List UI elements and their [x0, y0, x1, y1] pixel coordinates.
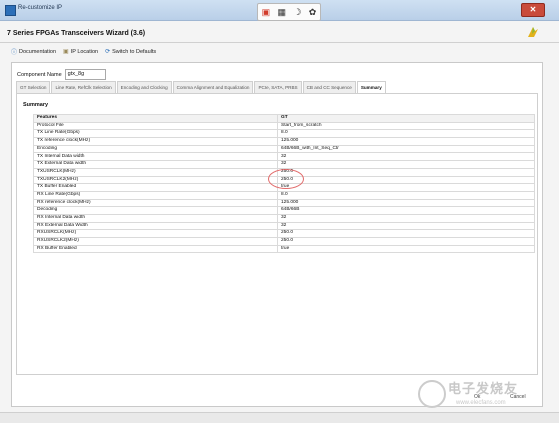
- tab-line-rate[interactable]: Line Rate, RefClk Selection: [51, 81, 116, 93]
- row-value-cell: 64B/66B: [277, 206, 535, 215]
- settings-icon[interactable]: ✿: [309, 7, 317, 17]
- ip-wizard-window: Re-customize IP ▣ ▦ ☽ ✿ ✕ 7 Series FPGAs…: [0, 0, 559, 423]
- row-key-cell: RX reference clock(MHz): [33, 198, 278, 208]
- summary-heading: Summary: [23, 102, 49, 108]
- row-key-cell: TX Buffer Enabled: [33, 183, 278, 192]
- capture-toolbar: ▣ ▦ ☽ ✿: [257, 3, 321, 21]
- row-value-cell: 64B/66B_with_Int_Seq_Ctr: [277, 144, 535, 154]
- row-value-cell: 125.000: [277, 137, 535, 146]
- row-key-cell: RXUSRCLK(MHz): [33, 229, 278, 238]
- table-row: TX Internal Data width 32: [33, 152, 535, 162]
- table-row: RXUSRCLK(MHz) 250.0: [33, 229, 535, 238]
- wizard-title: 7 Series FPGAs Transceivers Wizard (3.6): [7, 30, 146, 37]
- watermark-text: 电子发烧友: [448, 381, 519, 396]
- app-icon: [5, 5, 16, 16]
- component-name-row: Component Name gtx_8g: [17, 69, 106, 80]
- documentation-link[interactable]: ⓘ Documentation: [11, 47, 57, 57]
- row-key-cell: TXUSRCLK2(MHz): [33, 175, 278, 185]
- tab-cb-cc-sequence[interactable]: CB and CC Sequence: [302, 81, 356, 93]
- header-key-cell: Features: [33, 114, 278, 123]
- ip-location-link[interactable]: ▣ IP Location: [63, 48, 99, 56]
- table-row: RX Line Rate(Gbps) 8.0: [33, 190, 535, 200]
- table-row: TX reference clock(MHz) 125.000: [33, 137, 535, 146]
- component-name-input[interactable]: gtx_8g: [64, 69, 106, 80]
- row-value-cell: 32: [277, 152, 535, 162]
- row-key-cell: TX Internal Data width: [33, 152, 278, 162]
- table-row: Decoding 64B/66B: [33, 206, 535, 215]
- vivado-logo-icon: [528, 27, 538, 37]
- row-value-cell: 250.0: [277, 229, 535, 238]
- row-value-cell: 8.0: [277, 129, 535, 139]
- row-key-cell: Protocol File: [33, 121, 278, 131]
- row-key-cell: TX Line Rate(Gbps): [33, 129, 278, 139]
- table-row: RXUSRCLK2(MHz) 250.0: [33, 237, 535, 246]
- watermark-logo-icon: [418, 380, 446, 408]
- table-row: RX reference clock(MHz) 125.000: [33, 198, 535, 208]
- grid-icon[interactable]: ▦: [278, 7, 287, 17]
- row-value-cell: 32: [277, 160, 535, 169]
- moon-icon[interactable]: ☽: [293, 7, 301, 17]
- switch-defaults-label: Switch to Defaults: [112, 48, 157, 55]
- capture-icon[interactable]: ▣: [262, 7, 271, 17]
- row-value-cell: 125.000: [277, 198, 535, 208]
- row-value-cell: true: [277, 244, 535, 254]
- row-value-cell: 250.0: [277, 237, 535, 246]
- close-icon: ✕: [529, 5, 537, 14]
- cancel-button[interactable]: Cancel: [510, 394, 526, 400]
- row-key-cell: TXUSRCLK(MHz): [33, 167, 278, 177]
- table-row: TX External Data width 32: [33, 160, 535, 169]
- row-value-cell: true: [277, 183, 535, 192]
- wizard-toolbar: ⓘ Documentation ▣ IP Location ⟳ Switch t…: [11, 47, 157, 57]
- table-row: Encoding 64B/66B_with_Int_Seq_Ctr: [33, 144, 535, 154]
- tab-comma-alignment[interactable]: Comma Alignment and Equalization: [172, 81, 254, 93]
- row-value-cell: Start_from_scratch: [277, 121, 535, 131]
- refresh-icon: ⟳: [105, 49, 111, 55]
- row-value-cell: 32: [277, 221, 535, 231]
- row-value-cell: 250.0: [277, 175, 535, 185]
- table-row: Protocol File Start_from_scratch: [33, 121, 535, 131]
- header-divider: [0, 42, 559, 43]
- row-key-cell: TX reference clock(MHz): [33, 137, 278, 146]
- row-key-cell: Encoding: [33, 144, 278, 154]
- wizard-tabs: GT Selection Line Rate, RefClk Selection…: [16, 81, 387, 93]
- main-panel: Component Name gtx_8g GT Selection Line …: [11, 62, 543, 407]
- switch-defaults-link[interactable]: ⟳ Switch to Defaults: [105, 48, 157, 56]
- row-key-cell: RX Line Rate(Gbps): [33, 190, 278, 200]
- status-bar: [0, 412, 559, 423]
- row-value-cell: 8.0: [277, 190, 535, 200]
- tab-encoding-clocking[interactable]: Encoding and Clocking: [116, 81, 172, 93]
- info-icon: ⓘ: [11, 50, 18, 56]
- component-name-label: Component Name: [17, 71, 62, 78]
- summary-content: Summary Features GT Protocol File Start_f…: [16, 93, 538, 375]
- row-key-cell: Decoding: [33, 206, 278, 215]
- table-row: TX Line Rate(Gbps) 8.0: [33, 129, 535, 139]
- table-row: RX External Data Width 32: [33, 221, 535, 231]
- close-button[interactable]: ✕: [521, 3, 545, 17]
- window-title: Re-customize IP: [18, 5, 63, 11]
- row-key-cell: RXUSRCLK2(MHz): [33, 237, 278, 246]
- watermark-url: www.elecfans.com: [456, 400, 506, 406]
- highlight-circle: [268, 169, 304, 189]
- table-row: RX Internal Data width 32: [33, 213, 535, 223]
- row-key-cell: RX External Data Width: [33, 221, 278, 231]
- folder-icon: ▣: [63, 49, 69, 55]
- ok-button[interactable]: Ok: [474, 394, 480, 400]
- table-header-row: Features GT: [33, 114, 535, 123]
- header-value-cell: GT: [277, 114, 535, 123]
- row-key-cell: RX Internal Data width: [33, 213, 278, 223]
- row-key-cell: TX External Data width: [33, 160, 278, 169]
- row-key-cell: RX Buffer Enabled: [33, 244, 278, 254]
- row-value-cell: 32: [277, 213, 535, 223]
- ip-location-label: IP Location: [70, 48, 99, 55]
- tab-summary[interactable]: Summary: [356, 81, 386, 93]
- documentation-label: Documentation: [19, 48, 57, 55]
- table-row: RX Buffer Enabled true: [33, 244, 535, 254]
- row-value-cell: 250.0: [277, 167, 535, 177]
- tab-pcie-sata-prbs[interactable]: PCIe, SATA, PRBS: [254, 81, 302, 93]
- tab-gt-selection[interactable]: GT Selection: [16, 81, 51, 93]
